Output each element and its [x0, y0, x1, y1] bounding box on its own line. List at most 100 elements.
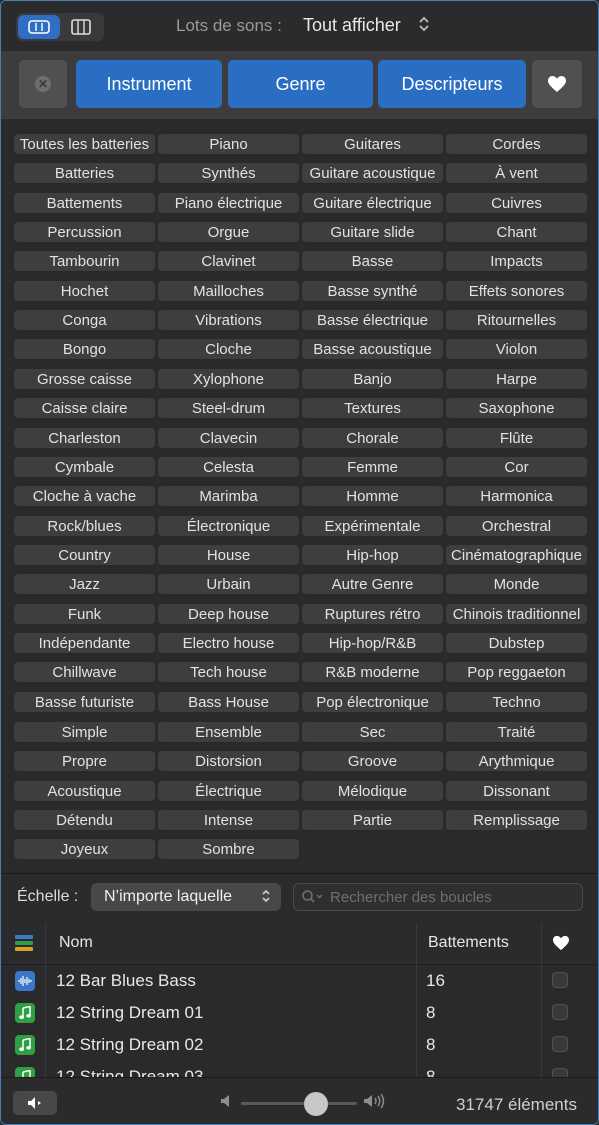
keyword-button-basse[interactable]: Basse	[302, 251, 443, 273]
keyword-button-electro-house[interactable]: Electro house	[158, 632, 299, 654]
keyword-button-sombre[interactable]: Sombre	[158, 839, 299, 861]
keyword-button-guitare-acoustique[interactable]: Guitare acoustique	[302, 163, 443, 185]
keyword-button-effets-sonores[interactable]: Effets sonores	[446, 280, 587, 302]
keyword-button-cordes[interactable]: Cordes	[446, 134, 587, 155]
keyword-button-batteries[interactable]: Batteries	[14, 163, 155, 185]
keyword-button-joyeux[interactable]: Joyeux	[14, 839, 155, 861]
volume-slider[interactable]	[241, 1092, 357, 1116]
keyword-button-dubstep[interactable]: Dubstep	[446, 632, 587, 654]
keyword-button-orchestral[interactable]: Orchestral	[446, 515, 587, 537]
keyword-button-hip-hop-r-b[interactable]: Hip-hop/R&B	[302, 632, 443, 654]
chevron-updown-icon[interactable]	[418, 15, 430, 36]
keyword-button-chorale[interactable]: Chorale	[302, 427, 443, 449]
reset-filters-button[interactable]: ✕	[19, 60, 67, 108]
column-header-name[interactable]: Nom	[59, 934, 93, 952]
tab-descripteurs[interactable]: Descripteurs	[378, 60, 526, 108]
keyword-button-hochet[interactable]: Hochet	[14, 280, 155, 302]
favorite-checkbox[interactable]	[552, 1036, 568, 1052]
keyword-button-hip-hop[interactable]: Hip-hop	[302, 544, 443, 566]
keyword-button-textures[interactable]: Textures	[302, 398, 443, 420]
keyword-button-synthes[interactable]: Synthés	[158, 163, 299, 185]
keyword-button-caisse-claire[interactable]: Caisse claire	[14, 398, 155, 420]
keyword-button-guitare-slide[interactable]: Guitare slide	[302, 222, 443, 244]
keyword-button-cloche-a-vache[interactable]: Cloche à vache	[14, 486, 155, 508]
keyword-button-chant[interactable]: Chant	[446, 222, 587, 244]
keyword-button-percussion[interactable]: Percussion	[14, 222, 155, 244]
keyword-button-cloche[interactable]: Cloche	[158, 339, 299, 361]
keyword-button-dissonant[interactable]: Dissonant	[446, 780, 587, 802]
keyword-button-melodique[interactable]: Mélodique	[302, 780, 443, 802]
keyword-button-basse-electrique[interactable]: Basse électrique	[302, 310, 443, 332]
keyword-button-r-b-moderne[interactable]: R&B moderne	[302, 662, 443, 684]
table-row[interactable]: 12 Bar Blues Bass 16	[1, 965, 598, 998]
keyword-button-cuivres[interactable]: Cuivres	[446, 192, 587, 214]
keyword-button-funk[interactable]: Funk	[14, 603, 155, 625]
keyword-button-a-vent[interactable]: À vent	[446, 163, 587, 185]
keyword-button-conga[interactable]: Conga	[14, 310, 155, 332]
keyword-button-cymbale[interactable]: Cymbale	[14, 456, 155, 478]
keyword-button-orgue[interactable]: Orgue	[158, 222, 299, 244]
favorite-checkbox[interactable]	[552, 972, 568, 988]
keyword-button-harmonica[interactable]: Harmonica	[446, 486, 587, 508]
keyword-button-distorsion[interactable]: Distorsion	[158, 751, 299, 773]
tab-genre[interactable]: Genre	[228, 60, 373, 108]
keyword-button-flute[interactable]: Flûte	[446, 427, 587, 449]
keyword-button-country[interactable]: Country	[14, 544, 155, 566]
keyword-button-violon[interactable]: Violon	[446, 339, 587, 361]
keyword-button-acoustique[interactable]: Acoustique	[14, 780, 155, 802]
keyword-button-impacts[interactable]: Impacts	[446, 251, 587, 273]
loop-type-icon[interactable]	[15, 934, 33, 957]
keyword-button-independante[interactable]: Indépendante	[14, 632, 155, 654]
keyword-button-sec[interactable]: Sec	[302, 722, 443, 743]
keyword-button-marimba[interactable]: Marimba	[158, 486, 299, 508]
keyword-button-chinois-traditionnel[interactable]: Chinois traditionnel	[446, 603, 587, 625]
tab-instrument[interactable]: Instrument	[76, 60, 222, 108]
keyword-button-ruptures-retro[interactable]: Ruptures rétro	[302, 603, 443, 625]
keyword-button-banjo[interactable]: Banjo	[302, 368, 443, 390]
keyword-button-tech-house[interactable]: Tech house	[158, 662, 299, 684]
keyword-button-techno[interactable]: Techno	[446, 691, 587, 713]
search-field[interactable]: Rechercher des boucles	[293, 883, 583, 911]
keyword-button-charleston[interactable]: Charleston	[14, 427, 155, 449]
keyword-button-clavecin[interactable]: Clavecin	[158, 427, 299, 449]
keyword-button-basse-acoustique[interactable]: Basse acoustique	[302, 339, 443, 361]
volume-slider-knob[interactable]	[304, 1092, 329, 1116]
keyword-button-bongo[interactable]: Bongo	[14, 339, 155, 361]
favorite-checkbox[interactable]	[552, 1004, 568, 1020]
keyword-button-deep-house[interactable]: Deep house	[158, 603, 299, 625]
keyword-button-celesta[interactable]: Celesta	[158, 456, 299, 478]
scale-popup[interactable]: N’importe laquelle	[91, 883, 281, 911]
keyword-button-basse-futuriste[interactable]: Basse futuriste	[14, 691, 155, 713]
keyword-button-tambourin[interactable]: Tambourin	[14, 251, 155, 273]
keyword-button-cor[interactable]: Cor	[446, 456, 587, 478]
keyword-button-pop-reggaeton[interactable]: Pop reggaeton	[446, 662, 587, 684]
keyword-button-experimentale[interactable]: Expérimentale	[302, 515, 443, 537]
keyword-button-traite[interactable]: Traité	[446, 722, 587, 743]
keyword-button-propre[interactable]: Propre	[14, 751, 155, 773]
keyword-button-piano[interactable]: Piano	[158, 134, 299, 155]
keyword-button-basse-synthe[interactable]: Basse synthé	[302, 280, 443, 302]
keyword-button-jazz[interactable]: Jazz	[14, 574, 155, 596]
keyword-button-guitare-electrique[interactable]: Guitare électrique	[302, 192, 443, 214]
keyword-button-groove[interactable]: Groove	[302, 751, 443, 773]
favorites-button[interactable]	[532, 60, 582, 108]
table-row[interactable]: 12 String Dream 02 8	[1, 1029, 598, 1062]
keyword-button-ritournelles[interactable]: Ritournelles	[446, 310, 587, 332]
keyword-button-steel-drum[interactable]: Steel-drum	[158, 398, 299, 420]
keyword-button-saxophone[interactable]: Saxophone	[446, 398, 587, 420]
keyword-button-house[interactable]: House	[158, 544, 299, 566]
keyword-button-clavinet[interactable]: Clavinet	[158, 251, 299, 273]
keyword-button-monde[interactable]: Monde	[446, 574, 587, 596]
keyword-button-cinematographique[interactable]: Cinématographique	[446, 544, 587, 566]
keyword-button-partie[interactable]: Partie	[302, 810, 443, 832]
keyword-button-battements[interactable]: Battements	[14, 192, 155, 214]
sound-packs-popup[interactable]: Tout afficher	[303, 15, 401, 36]
preview-button[interactable]	[13, 1091, 57, 1115]
keyword-button-vibrations[interactable]: Vibrations	[158, 310, 299, 332]
heart-icon[interactable]	[552, 935, 570, 956]
keyword-button-mailloches[interactable]: Mailloches	[158, 280, 299, 302]
keyword-button-piano-electrique[interactable]: Piano électrique	[158, 192, 299, 214]
keyword-button-xylophone[interactable]: Xylophone	[158, 368, 299, 390]
keyword-button-guitares[interactable]: Guitares	[302, 134, 443, 155]
keyword-button-bass-house[interactable]: Bass House	[158, 691, 299, 713]
